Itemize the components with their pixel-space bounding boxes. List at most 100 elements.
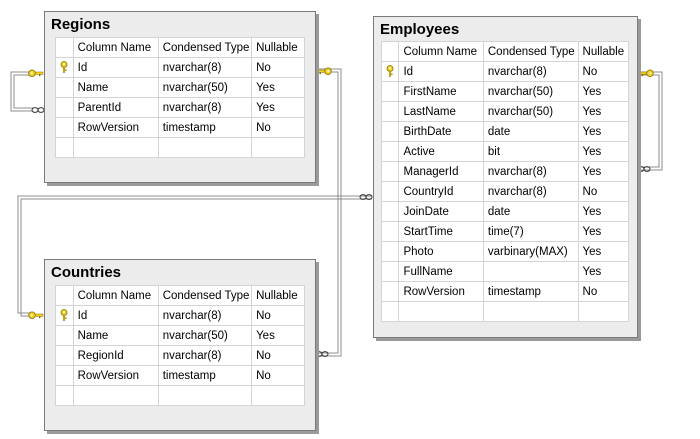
column-row-birthdate[interactable]: BirthDate date Yes xyxy=(380,121,630,142)
column-type-cell: nvarchar(50) xyxy=(157,77,253,98)
column-type-cell: date xyxy=(482,121,579,142)
column-type-cell: timestamp xyxy=(482,281,579,302)
column-name-cell: Active xyxy=(398,141,484,162)
table-title: Employees xyxy=(380,21,460,38)
column-row-photo[interactable]: Photo varbinary(MAX) Yes xyxy=(380,241,630,262)
row-selector-header xyxy=(380,41,400,62)
column-nullable-cell: No xyxy=(577,61,630,82)
columns-grid: Column Name Condensed Type Nullable Id nv… xyxy=(55,37,305,158)
row-selector xyxy=(55,305,74,326)
column-type-cell: bit xyxy=(482,141,579,162)
table-countries[interactable]: Countries Column Name Condensed Type Nul… xyxy=(44,259,316,431)
table-title: Countries xyxy=(51,264,122,281)
column-name-cell: StartTime xyxy=(398,221,484,242)
header-row: Column Name Condensed Type Nullable xyxy=(55,285,305,306)
column-nullable-cell: Yes xyxy=(577,81,630,102)
row-selector xyxy=(380,201,400,222)
empty-cell xyxy=(577,301,630,322)
column-nullable-cell: No xyxy=(577,181,630,202)
connector-employees-manager-self[interactable] xyxy=(638,71,663,171)
row-selector xyxy=(55,57,74,78)
column-row-starttime[interactable]: StartTime time(7) Yes xyxy=(380,221,630,242)
column-name-cell: CountryId xyxy=(398,181,484,202)
column-row-name[interactable]: Name nvarchar(50) Yes xyxy=(55,325,305,346)
column-header-nullable: Nullable xyxy=(251,285,305,306)
column-nullable-cell: Yes xyxy=(577,261,630,282)
column-name-cell: ManagerId xyxy=(398,161,484,182)
column-row-parentid[interactable]: ParentId nvarchar(8) Yes xyxy=(55,97,305,118)
column-name-cell: RowVersion xyxy=(72,365,159,386)
column-name-cell: RowVersion xyxy=(398,281,484,302)
empty-row xyxy=(55,137,305,158)
primary-key-icon xyxy=(60,309,68,322)
connector-regions-parent-self[interactable] xyxy=(10,71,33,112)
column-row-countryid[interactable]: CountryId nvarchar(8) No xyxy=(380,181,630,202)
column-row-fullname[interactable]: FullName Yes xyxy=(380,261,630,282)
column-name-cell: Photo xyxy=(398,241,484,262)
column-row-managerid[interactable]: ManagerId nvarchar(8) Yes xyxy=(380,161,630,182)
connector-countries-region[interactable] xyxy=(316,68,342,357)
column-header-type: Condensed Type xyxy=(157,285,253,306)
column-type-cell: nvarchar(8) xyxy=(157,97,253,118)
column-row-lastname[interactable]: LastName nvarchar(50) Yes xyxy=(380,101,630,122)
column-nullable-cell: Yes xyxy=(251,325,305,346)
column-row-id[interactable]: Id nvarchar(8) No xyxy=(55,305,305,326)
column-row-regionid[interactable]: RegionId nvarchar(8) No xyxy=(55,345,305,366)
table-employees[interactable]: Employees Column Name Condensed Type Nul… xyxy=(373,16,638,338)
header-row: Column Name Condensed Type Nullable xyxy=(55,37,305,58)
column-type-cell: nvarchar(8) xyxy=(482,61,579,82)
table-regions[interactable]: Regions Column Name Condensed Type Nulla… xyxy=(44,11,316,183)
empty-cell xyxy=(55,385,74,406)
column-name-cell: FullName xyxy=(398,261,484,282)
column-row-rowversion[interactable]: RowVersion timestamp No xyxy=(380,281,630,302)
column-row-firstname[interactable]: FirstName nvarchar(50) Yes xyxy=(380,81,630,102)
row-selector xyxy=(55,325,74,346)
empty-cell xyxy=(55,137,74,158)
column-name-cell: JoinDate xyxy=(398,201,484,222)
relationship-infinity-icon xyxy=(31,107,45,113)
column-name-cell: Name xyxy=(72,325,159,346)
row-selector xyxy=(55,77,74,98)
column-nullable-cell: Yes xyxy=(251,77,305,98)
row-selector xyxy=(55,97,74,118)
column-nullable-cell: No xyxy=(251,57,305,78)
row-selector xyxy=(380,161,400,182)
column-type-cell: nvarchar(8) xyxy=(157,57,253,78)
row-selector xyxy=(380,281,400,302)
row-selector xyxy=(380,261,400,282)
primary-key-icon xyxy=(386,65,394,78)
column-header-type: Condensed Type xyxy=(157,37,253,58)
row-selector xyxy=(55,117,74,138)
relationship-key-icon xyxy=(638,69,654,77)
column-row-rowversion[interactable]: RowVersion timestamp No xyxy=(55,117,305,138)
column-nullable-cell: Yes xyxy=(577,101,630,122)
column-type-cell: nvarchar(50) xyxy=(157,325,253,346)
column-row-id[interactable]: Id nvarchar(8) No xyxy=(55,57,305,78)
column-type-cell xyxy=(482,261,579,282)
column-name-cell: Id xyxy=(72,57,159,78)
relationship-key-icon xyxy=(28,69,44,77)
column-row-joindate[interactable]: JoinDate date Yes xyxy=(380,201,630,222)
column-nullable-cell: Yes xyxy=(577,161,630,182)
relationship-key-icon xyxy=(28,311,44,319)
column-row-rowversion[interactable]: RowVersion timestamp No xyxy=(55,365,305,386)
column-type-cell: date xyxy=(482,201,579,222)
column-nullable-cell: No xyxy=(251,117,305,138)
column-type-cell: varbinary(MAX) xyxy=(482,241,579,262)
row-selector xyxy=(380,141,400,162)
column-header-name: Column Name xyxy=(72,37,159,58)
column-name-cell: Id xyxy=(72,305,159,326)
column-nullable-cell: No xyxy=(251,305,305,326)
empty-cell xyxy=(398,301,484,322)
row-selector-header xyxy=(55,285,74,306)
column-header-type: Condensed Type xyxy=(482,41,579,62)
column-type-cell: nvarchar(8) xyxy=(157,305,253,326)
column-header-nullable: Nullable xyxy=(577,41,630,62)
column-nullable-cell: Yes xyxy=(577,121,630,142)
row-selector xyxy=(380,101,400,122)
column-row-active[interactable]: Active bit Yes xyxy=(380,141,630,162)
column-nullable-cell: Yes xyxy=(251,97,305,118)
column-row-name[interactable]: Name nvarchar(50) Yes xyxy=(55,77,305,98)
column-row-id[interactable]: Id nvarchar(8) No xyxy=(380,61,630,82)
column-type-cell: timestamp xyxy=(157,117,253,138)
